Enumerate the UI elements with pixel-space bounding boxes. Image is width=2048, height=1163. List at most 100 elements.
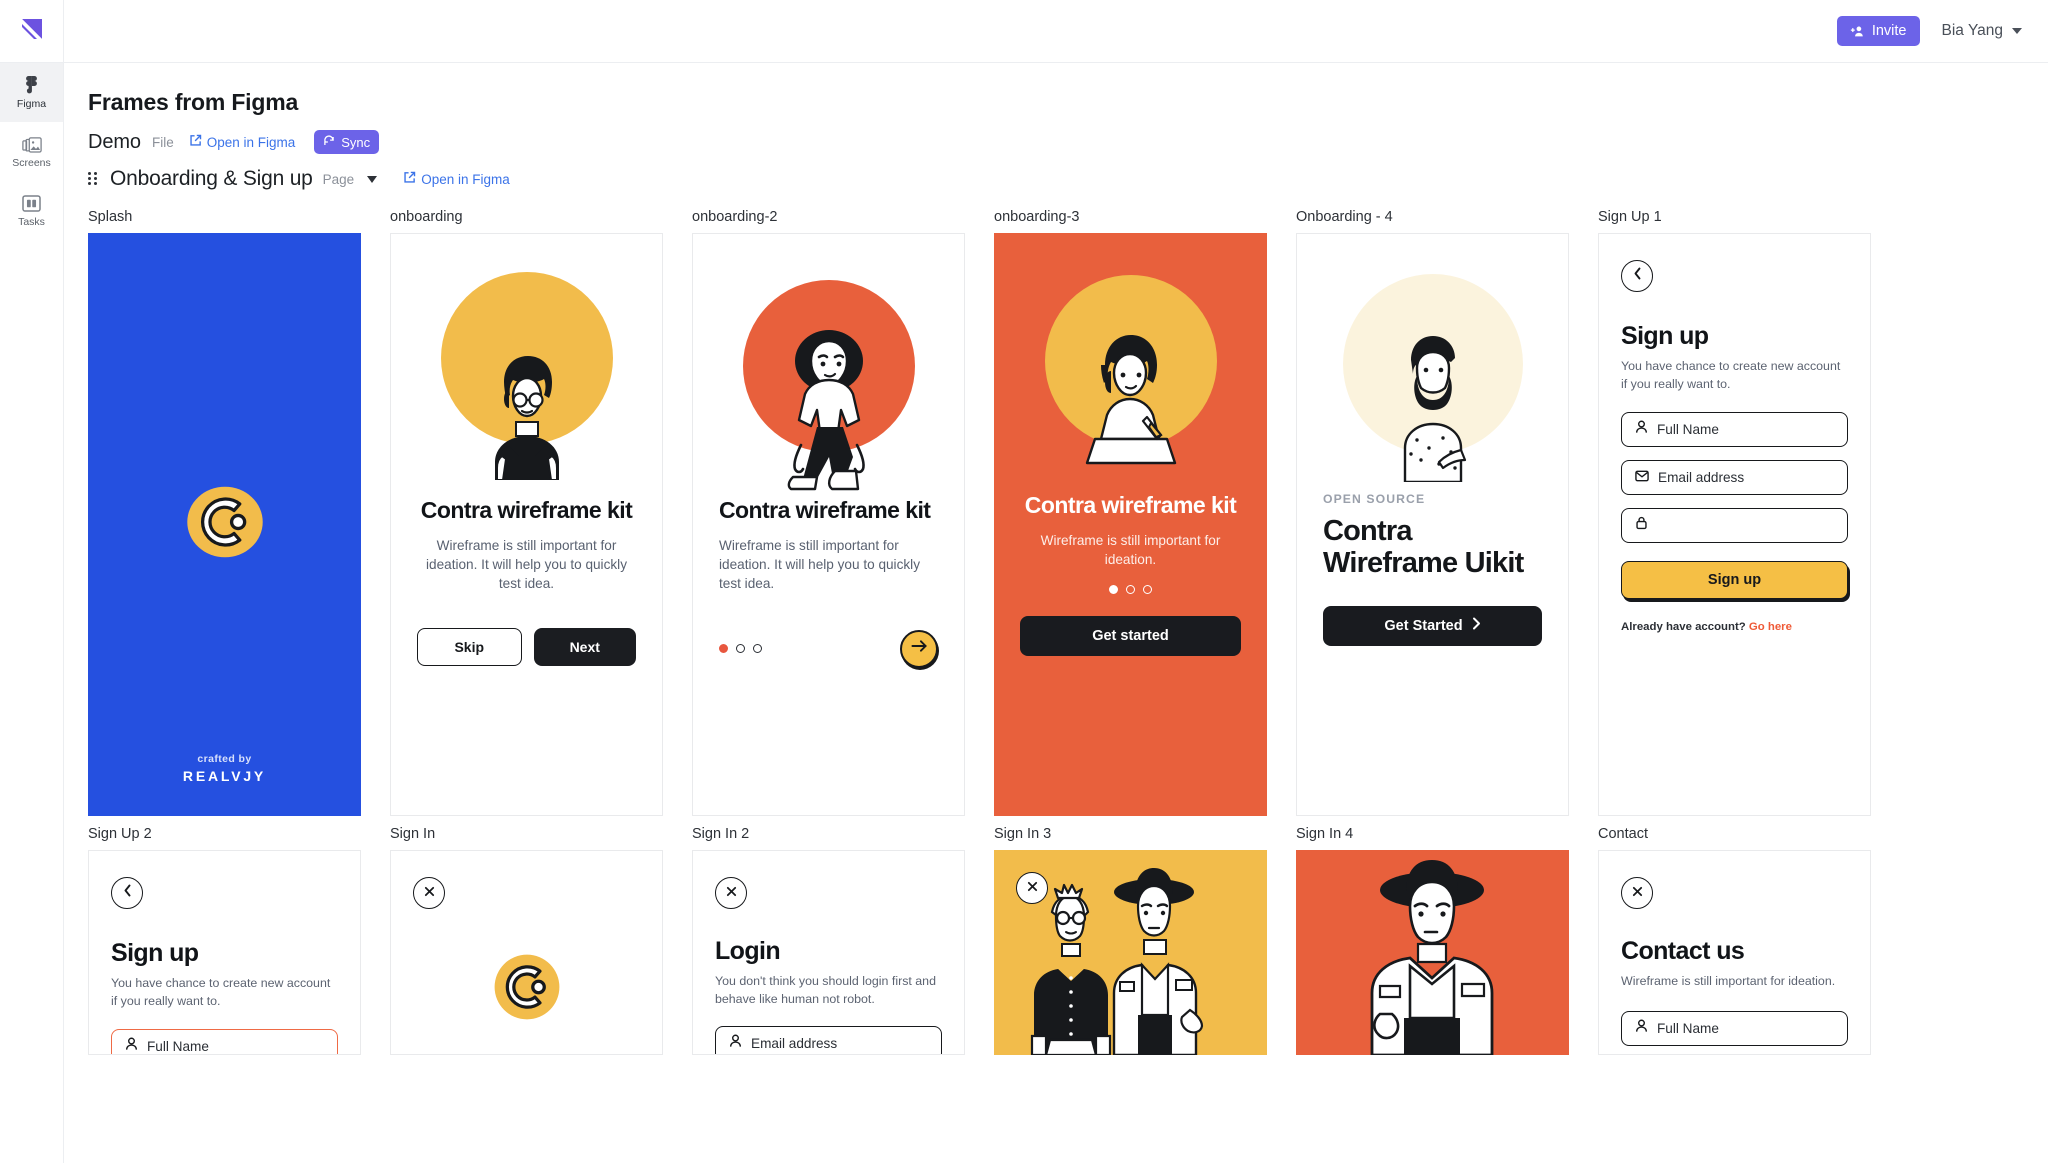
get-started-button[interactable]: Get Started <box>1323 605 1542 646</box>
signup2-screen: Sign up You have chance to create new ac… <box>89 851 360 1054</box>
get-started-button[interactable]: Get started <box>1020 616 1241 657</box>
user-icon <box>1635 420 1648 439</box>
contact-body: Contact us Wireframe is still important … <box>1599 851 1870 1046</box>
next-button[interactable]: Next <box>533 627 636 666</box>
onboarding2-description: Wireframe is still important for ideatio… <box>719 537 920 592</box>
signin-screen: Login <box>391 851 662 1054</box>
page-title: Frames from Figma <box>88 89 299 115</box>
frame-preview-onboarding-2[interactable]: Contra wireframe kit Wireframe is still … <box>692 233 965 816</box>
onboarding-description: Wireframe is still important for ideatio… <box>426 537 627 592</box>
external-link-icon <box>189 134 202 150</box>
carousel-dots[interactable] <box>1109 585 1152 595</box>
frame-preview-onboarding[interactable]: Contra wireframe kit Wireframe is still … <box>390 233 663 816</box>
signin2-subtitle: You don't think you should login first a… <box>715 974 936 1006</box>
app-logo-icon <box>18 17 46 45</box>
frame-cell: Sign In 4 <box>1296 826 1569 1055</box>
frame-preview-signin[interactable]: Login <box>390 850 663 1055</box>
contra-c-logo-icon <box>184 481 266 568</box>
carousel-dot[interactable] <box>1109 585 1118 595</box>
skip-button[interactable]: Skip <box>417 627 522 666</box>
next-fab-button[interactable] <box>900 629 938 668</box>
frame-preview-splash[interactable]: crafted by REALVJY <box>88 233 361 816</box>
frame-label: onboarding-3 <box>994 209 1080 225</box>
illustration-bearded-man <box>1297 234 1568 482</box>
sidebar-item-tasks-label: Tasks <box>18 215 45 228</box>
close-button[interactable] <box>413 877 445 909</box>
carousel-dot[interactable] <box>1126 585 1135 595</box>
sidebar-item-tasks[interactable]: Tasks <box>0 181 63 240</box>
email-input[interactable]: Email address <box>715 1026 942 1054</box>
open-in-figma-page-label: Open in Figma <box>421 171 510 187</box>
chevron-down-icon[interactable] <box>367 175 378 183</box>
password-input[interactable] <box>1621 508 1848 544</box>
back-button[interactable] <box>1621 260 1653 292</box>
frame-label: onboarding <box>390 209 463 225</box>
sidebar-item-figma[interactable]: Figma <box>0 63 63 122</box>
open-in-figma-page-link[interactable]: Open in Figma <box>403 171 510 187</box>
arrow-right-icon <box>910 639 928 658</box>
frame-preview-signin-4[interactable] <box>1296 850 1569 1055</box>
frame-preview-onboarding-3[interactable]: Contra wireframe kit Wireframe is still … <box>994 233 1267 816</box>
invite-button-label: Invite <box>1871 22 1907 39</box>
frame-label: Sign Up 2 <box>88 826 152 842</box>
frame-preview-signup-2[interactable]: Sign up You have chance to create new ac… <box>88 850 361 1055</box>
frame-label: Sign In 4 <box>1296 826 1354 842</box>
frame-cell: onboarding Contra wireframe kit Wirefram… <box>390 209 663 816</box>
close-button[interactable] <box>715 877 747 909</box>
carousel-dot[interactable] <box>753 644 762 653</box>
signin-title: Login <box>491 1050 562 1054</box>
open-in-figma-file-link[interactable]: Open in Figma <box>189 134 295 150</box>
full-name-input-placeholder: Full Name <box>1657 422 1719 438</box>
full-name-input[interactable]: Full Name <box>1621 1010 1848 1046</box>
carousel-dot[interactable] <box>719 644 728 653</box>
frames-grid: Splash crafted by REALVJY onboarding Con… <box>88 209 2048 1055</box>
refresh-icon <box>323 134 335 150</box>
frame-preview-onboarding-4[interactable]: OPEN SOURCE Contra Wireframe Uikit Get S… <box>1296 233 1569 816</box>
signup-submit-button[interactable]: Sign up <box>1621 561 1848 600</box>
go-here-link[interactable]: Go here <box>1749 621 1792 633</box>
splash-screen: crafted by REALVJY <box>88 233 361 816</box>
carousel-dot[interactable] <box>1143 585 1152 595</box>
frame-cell: Sign In <box>390 826 663 1055</box>
top-bar: Invite Bia Yang <box>0 0 2048 63</box>
frame-label: Sign Up 1 <box>1598 209 1662 225</box>
close-icon <box>726 884 737 902</box>
signup1-screen: Sign up You have chance to create new ac… <box>1599 234 1870 815</box>
illustration-person-with-hat <box>1370 860 1494 1055</box>
carousel-dots[interactable] <box>719 644 762 653</box>
frame-preview-signin-2[interactable]: Login You don't think you should login f… <box>692 850 965 1055</box>
back-button[interactable] <box>111 877 143 909</box>
user-menu[interactable]: Bia Yang <box>1942 22 2022 40</box>
frame-cell: Sign In 3 <box>994 826 1267 1055</box>
onboarding-title: Contra wireframe kit <box>420 497 633 523</box>
invite-button[interactable]: Invite <box>1836 16 1920 46</box>
mail-icon <box>1635 469 1649 487</box>
full-name-input[interactable]: Full Name <box>1621 412 1848 448</box>
onboarding2-screen: Contra wireframe kit Wireframe is still … <box>693 234 964 815</box>
sidebar-item-screens[interactable]: Screens <box>0 122 63 181</box>
onboarding-screen: Contra wireframe kit Wireframe is still … <box>391 234 662 815</box>
close-button[interactable] <box>1016 872 1048 904</box>
frame-preview-signin-3[interactable] <box>994 850 1267 1055</box>
user-icon <box>1635 1019 1648 1038</box>
full-name-input[interactable]: Full Name <box>111 1029 338 1054</box>
sync-button[interactable]: Sync <box>314 130 380 154</box>
signup2-body: Sign up You have chance to create new ac… <box>89 851 360 1054</box>
onboarding2-footer <box>719 629 938 668</box>
drag-handle-icon[interactable] <box>88 171 98 187</box>
close-button[interactable] <box>1621 877 1653 909</box>
frame-cell: Sign In 2 Login You don't think you shou… <box>692 826 965 1055</box>
email-input[interactable]: Email address <box>1621 460 1848 496</box>
splash-credit: crafted by REALVJY <box>88 753 361 784</box>
brand-cell[interactable] <box>0 0 64 63</box>
frame-label: Sign In <box>390 826 436 842</box>
carousel-dot[interactable] <box>736 644 745 653</box>
signup2-subtitle: You have chance to create new account if… <box>111 976 331 1008</box>
onboarding4-screen: OPEN SOURCE Contra Wireframe Uikit Get S… <box>1297 234 1568 815</box>
frame-preview-contact[interactable]: Contact us Wireframe is still important … <box>1598 850 1871 1055</box>
sidebar-item-figma-label: Figma <box>16 97 47 110</box>
file-name: Demo <box>88 130 141 153</box>
figma-page-name: Onboarding & Sign up <box>110 167 313 190</box>
frame-preview-signup-1[interactable]: Sign up You have chance to create new ac… <box>1598 233 1871 816</box>
signup1-footer-text: Already have account? <box>1621 621 1746 634</box>
